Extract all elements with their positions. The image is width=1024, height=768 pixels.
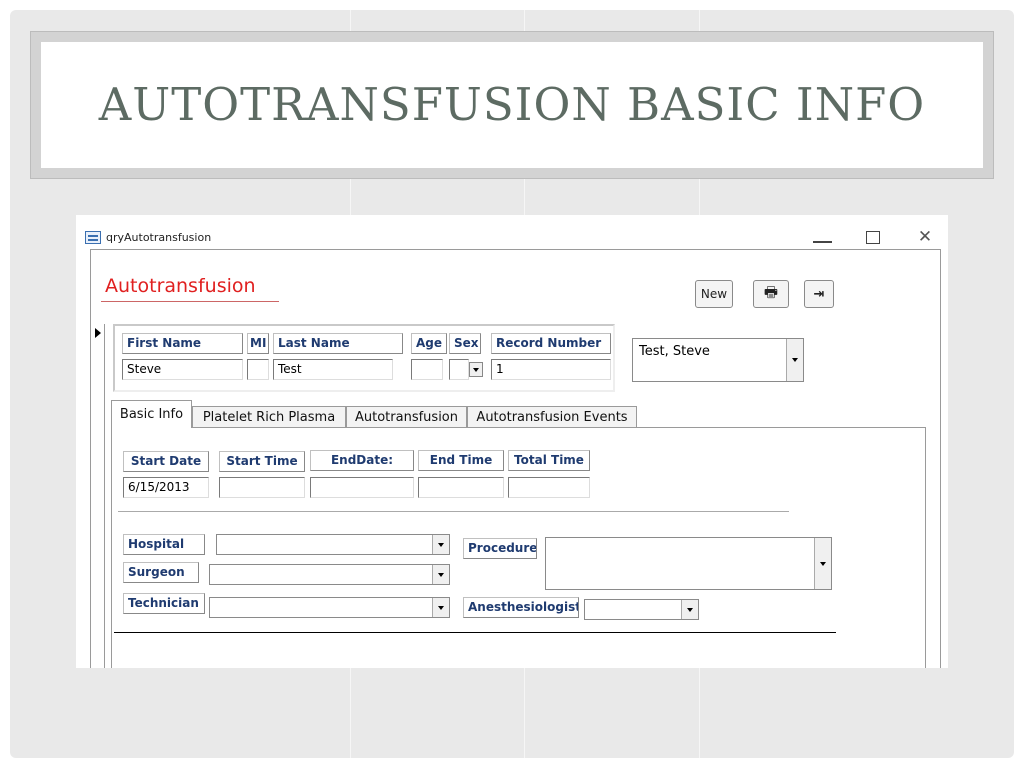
procedure-label: Procedure (463, 538, 537, 559)
sex-label: Sex (449, 333, 481, 354)
sex-dropdown-button[interactable] (469, 362, 483, 377)
technician-dropdown-button[interactable] (432, 598, 449, 617)
end-time-label: End Time (418, 450, 504, 471)
tab-basic-info[interactable]: Basic Info (111, 400, 192, 428)
basic-info-tab-page: Start Date Start Time EndDate: End Time … (111, 427, 926, 668)
tab-platelet-rich-plasma[interactable]: Platelet Rich Plasma (192, 406, 346, 428)
procedure-dropdown-button[interactable] (814, 538, 831, 589)
end-date-label: EndDate: (310, 450, 414, 471)
hospital-label: Hospital (123, 534, 205, 555)
end-time-field[interactable] (418, 477, 504, 498)
close-icon: ✕ (917, 227, 933, 247)
anesthesiologist-combo[interactable] (584, 599, 699, 620)
patient-header-panel: First Name MI Last Name Age Sex Record N… (113, 324, 615, 392)
procedure-combo[interactable] (545, 537, 832, 590)
form-icon (85, 231, 101, 244)
window-title: qryAutotransfusion (106, 231, 212, 244)
tab-label: Autotransfusion Events (476, 410, 628, 425)
section-divider (114, 632, 836, 633)
new-button-label: New (700, 287, 728, 301)
tab-label: Platelet Rich Plasma (202, 410, 336, 425)
exit-button[interactable]: ⇥ (804, 280, 834, 308)
age-field[interactable] (411, 359, 443, 380)
anesthesiologist-dropdown-button[interactable] (681, 600, 698, 619)
first-name-field[interactable]: Steve (122, 359, 243, 380)
mi-field[interactable] (247, 359, 269, 380)
current-record-icon (95, 328, 101, 338)
record-number-label: Record Number (491, 333, 611, 354)
tab-autotransfusion[interactable]: Autotransfusion (346, 406, 467, 428)
patient-lookup-value: Test, Steve (639, 344, 710, 359)
close-button[interactable]: ✕ (914, 227, 936, 247)
new-record-button[interactable]: New (695, 280, 733, 308)
form-title-underline (101, 301, 279, 302)
technician-combo[interactable] (209, 597, 450, 618)
first-name-label: First Name (122, 333, 243, 354)
title-frame: AUTOTRANSFUSION BASIC INFO (30, 31, 994, 179)
start-date-field[interactable]: 6/15/2013 (123, 477, 209, 498)
form-title: Autotransfusion (105, 275, 256, 297)
maximize-button[interactable] (862, 227, 884, 247)
form-body: Autotransfusion New 🖶 ⇥ First Name MI La… (90, 249, 941, 668)
sex-field[interactable] (449, 359, 469, 380)
window-titlebar[interactable]: qryAutotransfusion ✕ (76, 215, 948, 249)
technician-label: Technician (123, 593, 205, 614)
total-time-label: Total Time (508, 450, 590, 471)
hospital-dropdown-button[interactable] (432, 535, 449, 554)
patient-lookup-dropdown-button[interactable] (786, 339, 803, 381)
tab-autotransfusion-events[interactable]: Autotransfusion Events (467, 406, 637, 428)
mi-label: MI (247, 333, 269, 354)
printer-icon: 🖶 (763, 282, 779, 301)
surgeon-dropdown-button[interactable] (432, 565, 449, 584)
start-time-label: Start Time (219, 451, 305, 472)
start-date-label: Start Date (123, 451, 209, 472)
patient-lookup-combo[interactable]: Test, Steve (632, 338, 804, 382)
title-box: AUTOTRANSFUSION BASIC INFO (41, 42, 983, 168)
start-time-field[interactable] (219, 477, 305, 498)
minimize-button[interactable] (810, 227, 832, 247)
exit-door-icon: ⇥ (813, 286, 825, 302)
record-selector[interactable] (92, 324, 105, 668)
print-button[interactable]: 🖶 (753, 280, 789, 308)
total-time-field[interactable] (508, 477, 590, 498)
anesthesiologist-label: Anesthesiologist (463, 597, 579, 618)
slide-background: AUTOTRANSFUSION BASIC INFO qryAutotransf… (10, 10, 1014, 758)
access-form-window: qryAutotransfusion ✕ Autotransfusion New… (76, 215, 948, 668)
record-number-field[interactable]: 1 (491, 359, 611, 380)
last-name-label: Last Name (273, 333, 403, 354)
surgeon-label: Surgeon (123, 562, 199, 583)
section-divider (118, 511, 789, 512)
surgeon-combo[interactable] (209, 564, 450, 585)
age-label: Age (411, 333, 447, 354)
hospital-combo[interactable] (216, 534, 450, 555)
end-date-field[interactable] (310, 477, 414, 498)
slide-title: AUTOTRANSFUSION BASIC INFO (98, 78, 926, 131)
tab-label: Autotransfusion (355, 410, 458, 425)
tab-label: Basic Info (119, 407, 184, 422)
last-name-field[interactable]: Test (273, 359, 393, 380)
